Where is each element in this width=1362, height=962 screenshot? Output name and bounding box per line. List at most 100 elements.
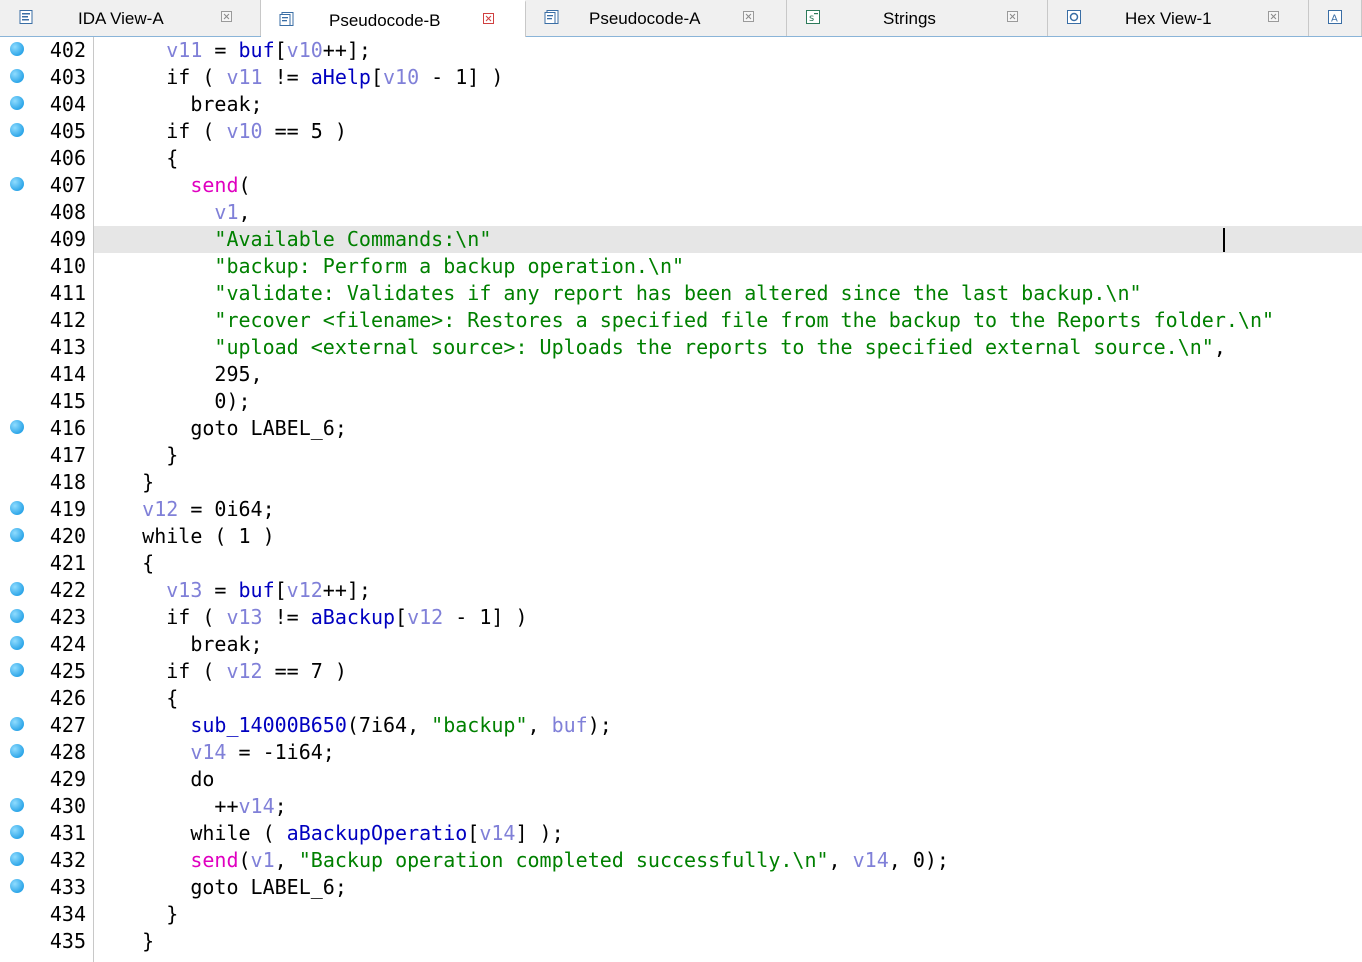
code-line[interactable]: 421 { xyxy=(0,550,1362,577)
code-line[interactable]: 412 "recover <filename>: Restores a spec… xyxy=(0,307,1362,334)
code-line[interactable]: 425 if ( v12 == 7 ) xyxy=(0,658,1362,685)
code-line[interactable]: 408 v1, xyxy=(0,199,1362,226)
breakpoint-dot-icon[interactable] xyxy=(10,609,24,623)
code-line[interactable]: 417 } xyxy=(0,442,1362,469)
tab-label: Pseudocode-A xyxy=(589,9,701,28)
code-text: goto LABEL_6; xyxy=(94,874,1362,901)
breakpoint-dot-icon[interactable] xyxy=(10,528,24,542)
code-text: 0); xyxy=(94,388,1362,415)
line-number: 402 xyxy=(49,38,86,62)
code-token: - 1] ) xyxy=(419,65,504,89)
code-line[interactable]: 427 sub_14000B650(7i64, "backup", buf); xyxy=(0,712,1362,739)
breakpoint-dot-icon[interactable] xyxy=(10,744,24,758)
code-line[interactable]: 434 } xyxy=(0,901,1362,928)
code-line[interactable]: 430 ++v14; xyxy=(0,793,1362,820)
code-token: break; xyxy=(94,92,263,116)
code-line[interactable]: 404 break; xyxy=(0,91,1362,118)
code-line[interactable]: 429 do xyxy=(0,766,1362,793)
breakpoint-dot-icon[interactable] xyxy=(10,177,24,191)
code-line[interactable]: 414 295, xyxy=(0,361,1362,388)
tab-strings[interactable]: s Strings xyxy=(787,0,1048,36)
close-tab-icon[interactable] xyxy=(1007,11,1018,22)
pseudocode-view[interactable]: 402 v11 = buf[v10++]; 403 if ( v11 != aHe… xyxy=(0,37,1362,962)
code-text: send(v1, "Backup operation completed suc… xyxy=(94,847,1362,874)
breakpoint-dot-icon[interactable] xyxy=(10,636,24,650)
tab-ida-view-a[interactable]: IDA View-A xyxy=(0,0,261,36)
code-text: { xyxy=(94,145,1362,172)
code-token: 295, xyxy=(94,362,263,386)
code-line[interactable]: 426 { xyxy=(0,685,1362,712)
tab-pseudocode-a[interactable]: Pseudocode-A xyxy=(526,0,787,36)
code-line[interactable]: 432 send(v1, "Backup operation completed… xyxy=(0,847,1362,874)
code-line[interactable]: 415 0); xyxy=(0,388,1362,415)
line-number: 413 xyxy=(49,335,86,359)
close-tab-icon[interactable] xyxy=(221,11,232,22)
code-line[interactable]: 410 "backup: Perform a backup operation.… xyxy=(0,253,1362,280)
code-token: , 0); xyxy=(888,848,949,872)
breakpoint-dot-icon[interactable] xyxy=(10,798,24,812)
string-token: "upload <external source>: Uploads the r… xyxy=(214,335,1214,359)
text-cursor xyxy=(1223,228,1225,252)
code-line[interactable]: 407 send( xyxy=(0,172,1362,199)
tab-pseudocode-b[interactable]: Pseudocode-B xyxy=(261,0,526,37)
code-line[interactable]: 420 while ( 1 ) xyxy=(0,523,1362,550)
code-token: } xyxy=(94,470,155,494)
breakpoint-dot-icon[interactable] xyxy=(10,852,24,866)
tab-structures[interactable]: A xyxy=(1309,0,1362,36)
breakpoint-dot-icon[interactable] xyxy=(10,663,24,677)
breakpoint-dot-icon[interactable] xyxy=(10,420,24,434)
close-tab-icon[interactable] xyxy=(483,13,494,24)
close-tab-icon[interactable] xyxy=(743,11,754,22)
code-token: [ xyxy=(274,38,287,62)
breakpoint-dot-icon[interactable] xyxy=(10,123,24,137)
code-line[interactable]: 416 goto LABEL_6; xyxy=(0,415,1362,442)
breakpoint-dot-icon[interactable] xyxy=(10,879,24,893)
close-tab-icon[interactable] xyxy=(1268,11,1279,22)
code-text: v1, xyxy=(94,199,1362,226)
code-line[interactable]: 422 v13 = buf[v12++]; xyxy=(0,577,1362,604)
code-text: ++v14; xyxy=(94,793,1362,820)
code-line[interactable]: 406 { xyxy=(0,145,1362,172)
code-token: if ( xyxy=(94,605,227,629)
code-token: - 1] ) xyxy=(443,605,528,629)
code-line[interactable]: 409 "Available Commands:\n" xyxy=(0,226,1362,253)
string-token: "backup" xyxy=(431,713,528,737)
code-text: break; xyxy=(94,91,1362,118)
breakpoint-dot-icon[interactable] xyxy=(10,42,24,56)
global-token: buf xyxy=(238,578,275,602)
ida-view-icon xyxy=(18,9,34,25)
breakpoint-dot-icon[interactable] xyxy=(10,501,24,515)
code-line[interactable]: 428 v14 = -1i64; xyxy=(0,739,1362,766)
code-line[interactable]: 405 if ( v10 == 5 ) xyxy=(0,118,1362,145)
breakpoint-dot-icon[interactable] xyxy=(10,96,24,110)
code-line[interactable]: 424 break; xyxy=(0,631,1362,658)
structures-icon: A xyxy=(1327,9,1343,25)
code-line[interactable]: 423 if ( v13 != aBackup[v12 - 1] ) xyxy=(0,604,1362,631)
code-line[interactable]: 418 } xyxy=(0,469,1362,496)
code-line[interactable]: 435 } xyxy=(0,928,1362,955)
tab-hex-view-1[interactable]: Hex View-1 xyxy=(1048,0,1309,36)
breakpoint-dot-icon[interactable] xyxy=(10,825,24,839)
line-number: 431 xyxy=(49,821,86,845)
code-line[interactable]: 403 if ( v11 != aHelp[v10 - 1] ) xyxy=(0,64,1362,91)
line-number: 428 xyxy=(49,740,86,764)
variable-token: v10 xyxy=(383,65,420,89)
code-line[interactable]: 419 v12 = 0i64; xyxy=(0,496,1362,523)
code-line[interactable]: 411 "validate: Validates if any report h… xyxy=(0,280,1362,307)
breakpoint-dot-icon[interactable] xyxy=(10,717,24,731)
line-number: 405 xyxy=(49,119,86,143)
code-line[interactable]: 402 v11 = buf[v10++]; xyxy=(0,37,1362,64)
code-line[interactable]: 433 goto LABEL_6; xyxy=(0,874,1362,901)
breakpoint-dot-icon[interactable] xyxy=(10,582,24,596)
breakpoint-dot-icon[interactable] xyxy=(10,69,24,83)
variable-token: v14 xyxy=(479,821,516,845)
variable-token: v14 xyxy=(238,794,275,818)
code-token: ++]; xyxy=(322,38,371,62)
code-text: send( xyxy=(94,172,1362,199)
code-line[interactable]: 431 while ( aBackupOperatio[v14] ); xyxy=(0,820,1362,847)
code-line[interactable]: 413 "upload <external source>: Uploads t… xyxy=(0,334,1362,361)
variable-token: v10 xyxy=(226,119,263,143)
